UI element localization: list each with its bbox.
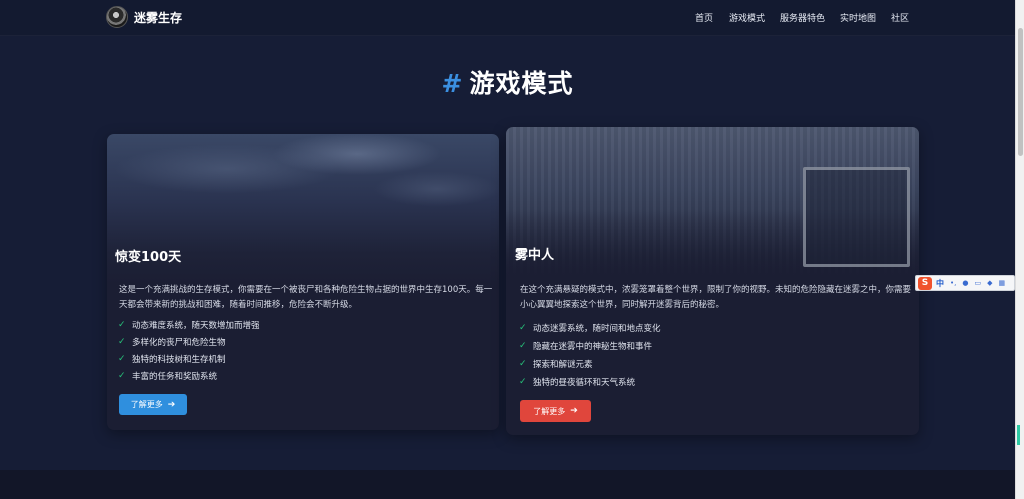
skin-icon[interactable]: ◆ xyxy=(987,279,992,287)
punctuation-icon[interactable]: •, xyxy=(950,279,956,287)
feature-item: ✓ 多样化的丧尸和危险生物 xyxy=(118,336,226,348)
arrow-right-icon: ➔ xyxy=(167,399,176,410)
window-frame-graphic xyxy=(803,167,910,267)
side-tab-handle[interactable] xyxy=(1017,425,1020,445)
mode-card-100-days: 惊变100天 这是一个充满挑战的生存模式，你需要在一个被丧尸和各种危险生物占据的… xyxy=(107,134,499,430)
feature-list: ✓ 动态迷雾系统，随时间和地点变化 ✓ 隐藏在迷雾中的神秘生物和事件 ✓ 探索和解谜元… xyxy=(519,319,661,391)
nav-item-home[interactable]: 首页 xyxy=(695,11,713,24)
check-icon: ✓ xyxy=(118,370,126,381)
main-nav: 首页 游戏模式 服务器特色 实时地图 社区 xyxy=(0,11,1015,25)
check-icon: ✓ xyxy=(118,319,126,330)
feature-item: ✓ 独特的科技树和生存机制 xyxy=(118,353,226,365)
check-icon: ✓ xyxy=(519,341,527,351)
check-icon: ✓ xyxy=(519,359,527,369)
feature-item: ✓ 丰富的任务和奖励系统 xyxy=(118,370,218,382)
top-navbar: 迷雾生存 首页 游戏模式 服务器特色 实时地图 社区 xyxy=(0,0,1015,36)
nav-item-live-map[interactable]: 实时地图 xyxy=(840,11,876,24)
learn-more-button[interactable]: 了解更多 ➔ xyxy=(520,400,591,422)
ime-toolbar[interactable]: S 中 •, ● ▭ ◆ ▦ xyxy=(915,275,1015,291)
ime-language[interactable]: 中 xyxy=(936,278,944,289)
mode-card-fog-man: 雾中人 在这个充满悬疑的模式中，浓雾笼罩着整个世界，限制了你的视野。未知的危险隐… xyxy=(506,127,919,435)
section-title: 游戏模式 xyxy=(469,69,574,98)
arrow-right-icon: ➔ xyxy=(570,406,578,416)
card-description: 这是一个充满挑战的生存模式，你需要在一个被丧尸和各种危险生物占据的世界中生存10… xyxy=(119,285,493,310)
keyboard-icon[interactable]: ▭ xyxy=(974,279,981,287)
feature-item: ✓ 动态迷雾系统，随时间和地点变化 xyxy=(519,323,661,334)
feature-list: ✓ 动态难度系统，随天数增加而增强 ✓ 多样化的丧尸和危险生物 ✓ 独特的科技树和生存… xyxy=(118,316,260,384)
check-icon: ✓ xyxy=(118,353,126,364)
nav-item-game-modes[interactable]: 游戏模式 xyxy=(729,11,765,24)
check-icon: ✓ xyxy=(519,377,527,387)
feature-item: ✓ 独特的昼夜循环和天气系统 xyxy=(519,377,636,388)
ime-logo[interactable]: S xyxy=(918,276,932,290)
toolbox-icon[interactable]: ▦ xyxy=(998,279,1005,287)
microphone-icon[interactable]: ● xyxy=(962,279,968,287)
feature-item: ✓ 动态难度系统，随天数增加而增强 xyxy=(118,319,260,331)
card-title: 惊变100天 xyxy=(115,250,182,265)
card-description: 在这个充满悬疑的模式中，浓雾笼罩着整个世界，限制了你的视野。未知的危险隐藏在迷雾… xyxy=(520,285,912,310)
nav-item-community[interactable]: 社区 xyxy=(891,11,909,24)
card-title: 雾中人 xyxy=(515,248,555,263)
hash-icon: # xyxy=(441,69,464,98)
next-section-edge xyxy=(0,470,1015,499)
check-icon: ✓ xyxy=(118,336,126,347)
scrollbar-thumb[interactable] xyxy=(1018,28,1023,156)
section-heading: # 游戏模式 xyxy=(0,64,1015,100)
learn-more-button[interactable]: 了解更多 ➔ xyxy=(119,394,187,415)
feature-item: ✓ 隐藏在迷雾中的神秘生物和事件 xyxy=(519,341,653,352)
nav-item-server-features[interactable]: 服务器特色 xyxy=(780,11,825,24)
check-icon: ✓ xyxy=(519,323,527,333)
feature-item: ✓ 探索和解谜元素 xyxy=(519,359,593,370)
page-scrollbar[interactable] xyxy=(1015,0,1024,499)
